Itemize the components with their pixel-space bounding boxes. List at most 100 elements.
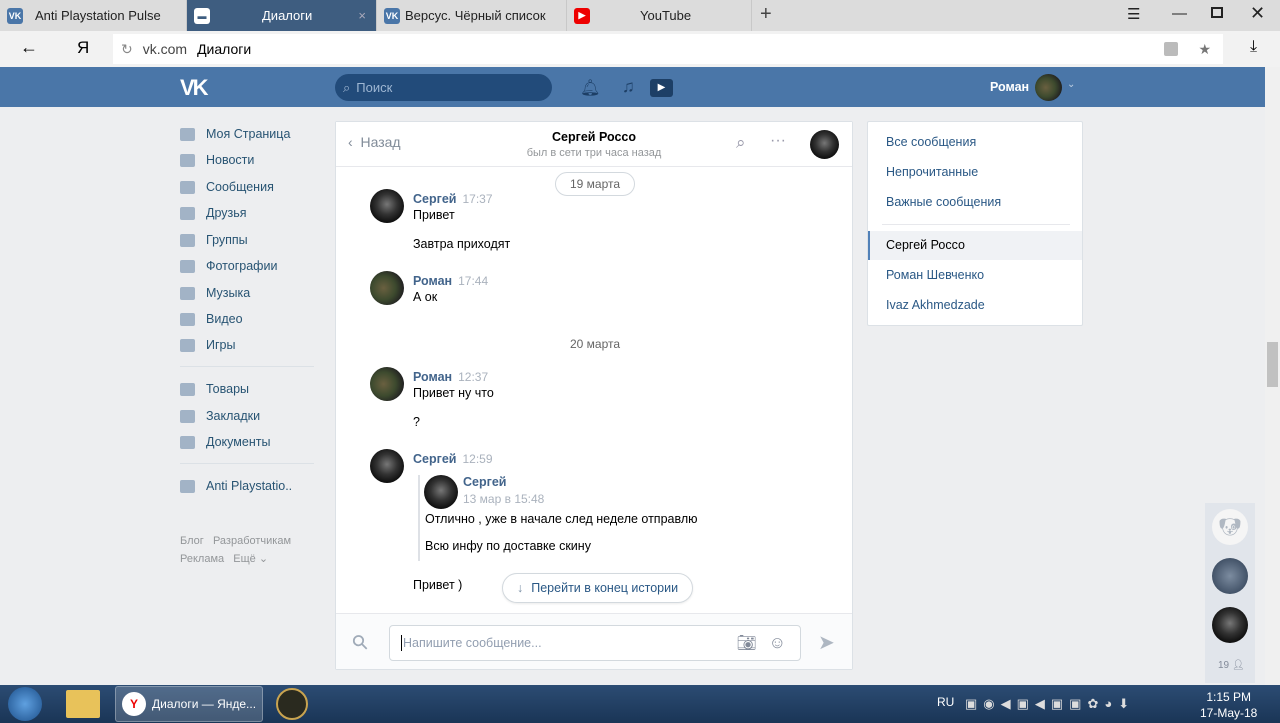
user-name[interactable]: Роман — [990, 80, 1029, 94]
sender-name[interactable]: Роман — [413, 274, 452, 288]
lock-icon[interactable] — [1164, 42, 1179, 56]
filter-all[interactable]: Все сообщения — [886, 135, 976, 149]
download-icon[interactable]: ⤓ — [1250, 38, 1257, 56]
widget-avatar[interactable] — [1212, 607, 1248, 643]
play-icon[interactable]: ▶ — [650, 79, 673, 97]
footer-link-developers[interactable]: Разработчикам — [213, 535, 291, 547]
sidebar-item-my-page[interactable]: Моя Страница — [180, 127, 290, 141]
sidebar-item-documents[interactable]: Документы — [180, 435, 270, 449]
online-count[interactable]: 19 👤︎ — [1218, 660, 1245, 671]
video-icon — [180, 312, 195, 326]
chat-avatar[interactable] — [810, 130, 839, 159]
music-icon[interactable]: ♫ — [622, 77, 635, 97]
maximize-icon[interactable] — [1211, 7, 1223, 18]
groups-icon — [180, 479, 195, 493]
close-tab-icon[interactable]: × — [358, 8, 366, 23]
sidebar-item-bookmarks[interactable]: Закладки — [180, 409, 260, 423]
dog-icon[interactable]: 🐶︎ — [1212, 509, 1248, 545]
taskbar-window-browser[interactable]: Y Диалоги — Янде... — [115, 686, 263, 722]
tab-label: YouTube — [640, 8, 692, 23]
nav-label: Друзья — [206, 206, 247, 220]
minimize-icon[interactable]: — — [1172, 5, 1187, 22]
smile-icon[interactable]: ☺ — [769, 633, 786, 653]
bookmark-star-icon[interactable]: ★ — [1198, 41, 1211, 58]
sidebar-item-news[interactable]: Новости — [180, 153, 254, 167]
more-icon[interactable]: ··· — [770, 132, 786, 150]
tab-dialogs[interactable]: ▬ Диалоги × — [187, 0, 377, 31]
filter-important[interactable]: Важные сообщения — [886, 195, 1001, 209]
sidebar-item-video[interactable]: Видео — [180, 312, 243, 326]
user-avatar[interactable] — [1035, 74, 1062, 101]
dialog-item-active[interactable]: Сергей Россо — [868, 231, 1082, 260]
start-button[interactable] — [8, 687, 42, 721]
message-text: Привет — [413, 208, 455, 222]
tab-versus[interactable]: VK Версус. Чёрный список — [377, 0, 567, 31]
bell-icon[interactable]: 🔔︎ — [580, 78, 600, 98]
message-time[interactable]: 17:44 — [458, 274, 488, 288]
footer-link-ads[interactable]: Реклама — [180, 553, 224, 565]
message-time[interactable]: 12:59 — [462, 452, 492, 466]
tab-youtube[interactable]: ▶ YouTube — [567, 0, 752, 31]
sidebar-item-photos[interactable]: Фотографии — [180, 259, 277, 273]
explorer-icon[interactable] — [66, 690, 100, 718]
language-indicator[interactable]: RU — [937, 695, 954, 709]
dialog-item[interactable]: Ivaz Akhmedzade — [886, 298, 985, 312]
sidebar-item-group[interactable]: Anti Playstatio.. — [180, 479, 292, 493]
chat-panel: ‹ Назад Сергей Россо был в сети три часа… — [335, 121, 853, 670]
tab-anti-playstation[interactable]: VK Anti Playstation Pulse — [0, 0, 187, 31]
camera-icon[interactable]: 📷︎ — [736, 633, 756, 653]
avatar[interactable] — [370, 449, 404, 483]
sender-name[interactable]: Сергей — [413, 452, 456, 466]
tray-icons[interactable]: ▣◉◀▣◀▣▣✿◕⬇ — [965, 696, 1135, 712]
sidebar-item-friends[interactable]: Друзья — [180, 206, 247, 220]
home-icon — [180, 127, 195, 141]
sidebar-item-games[interactable]: Игры — [180, 338, 235, 352]
dialog-label: Сергей Россо — [886, 238, 965, 252]
avatar[interactable] — [370, 367, 404, 401]
avatar[interactable] — [370, 189, 404, 223]
scrollbar-thumb[interactable] — [1267, 342, 1278, 387]
search-input[interactable]: ⌕ Поиск — [335, 74, 552, 101]
clock[interactable]: 1:15 PM 17-May-18 — [1200, 689, 1257, 721]
forwarded-avatar[interactable] — [424, 475, 458, 509]
sidebar-item-goods[interactable]: Товары — [180, 382, 249, 396]
menu-icon[interactable]: ☰ — [1127, 5, 1140, 23]
vk-logo[interactable]: VK — [180, 75, 209, 101]
url-field[interactable]: ↻ vk.com Диалоги ★ — [113, 34, 1223, 64]
avatar[interactable] — [370, 271, 404, 305]
footer-link-more[interactable]: Ещё ⌄ — [233, 553, 268, 565]
filter-unread[interactable]: Непрочитанные — [886, 165, 978, 179]
scrollbar[interactable] — [1265, 67, 1280, 685]
forwarded-text: Всю инфу по доставке скину — [425, 539, 591, 553]
sidebar-item-messages[interactable]: Сообщения — [180, 180, 274, 194]
yandex-button[interactable]: Я — [77, 38, 89, 58]
vk-header: VK 🔔︎ ♫ ▶ Роман ⌄ — [0, 67, 1265, 107]
message-icon — [180, 180, 195, 194]
back-icon[interactable]: ← — [20, 37, 38, 58]
paperclip-icon[interactable]: ⚲ — [346, 628, 374, 656]
jump-to-end-button[interactable]: ↓ Перейти в конец истории — [502, 573, 694, 603]
sidebar-item-music[interactable]: Музыка — [180, 286, 250, 300]
sidebar-item-groups[interactable]: Группы — [180, 233, 248, 247]
new-tab-button[interactable]: + — [760, 3, 772, 26]
close-window-icon[interactable]: ✕ — [1250, 3, 1265, 24]
sender-name[interactable]: Сергей — [413, 192, 456, 206]
message-header: Роман 12:37 — [413, 370, 488, 384]
sender-name[interactable]: Роман — [413, 370, 452, 384]
forwarded-sender[interactable]: Сергей — [463, 475, 506, 489]
message-input[interactable]: Напишите сообщение... 📷︎ ☺ — [389, 625, 801, 661]
chevron-down-icon[interactable]: ⌄ — [1067, 79, 1075, 90]
nav-label: Товары — [206, 382, 249, 396]
search-icon[interactable]: ⌕ — [736, 133, 746, 153]
reload-icon[interactable]: ↻ — [121, 41, 133, 58]
league-icon[interactable] — [276, 688, 308, 720]
message-time[interactable]: 12:37 — [458, 370, 488, 384]
widget-avatar[interactable] — [1212, 558, 1248, 594]
dialog-item[interactable]: Роман Шевченко — [886, 268, 984, 282]
footer-link-blog[interactable]: Блог — [180, 535, 204, 547]
send-icon[interactable]: ➤ — [818, 630, 835, 655]
message-time[interactable]: 17:37 — [462, 192, 492, 206]
input-placeholder: Напишите сообщение... — [403, 636, 542, 650]
bag-icon — [180, 382, 195, 396]
yandex-browser-icon: Y — [122, 692, 146, 716]
